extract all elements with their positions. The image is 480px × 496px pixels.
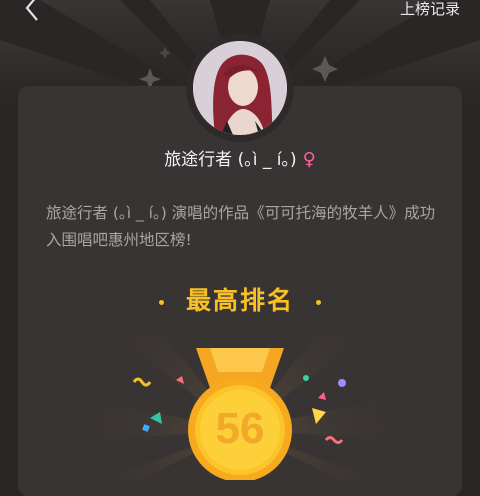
- username-row: 旅途行者 (｡ì _ í｡) ♀: [0, 148, 480, 172]
- top-bar: 上榜记录: [0, 0, 480, 24]
- highest-rank-heading: 最高排名: [0, 284, 480, 318]
- decor-dot: [158, 299, 164, 305]
- female-icon: ♀: [302, 149, 316, 170]
- achievement-description: 旅途行者 (｡ì _ í｡) 演唱的作品《可可托海的牧羊人》成功入围唱吧惠州地区…: [46, 204, 436, 249]
- avatar[interactable]: [193, 41, 287, 135]
- username: 旅途行者 (｡ì _ í｡): [164, 150, 297, 170]
- chevron-left-icon[interactable]: [20, 0, 46, 22]
- decor-dot: [316, 299, 321, 305]
- rank-number: 56: [215, 404, 265, 453]
- highest-rank-label: 最高排名: [185, 286, 294, 315]
- ranking-history-link[interactable]: 上榜记录: [400, 0, 460, 18]
